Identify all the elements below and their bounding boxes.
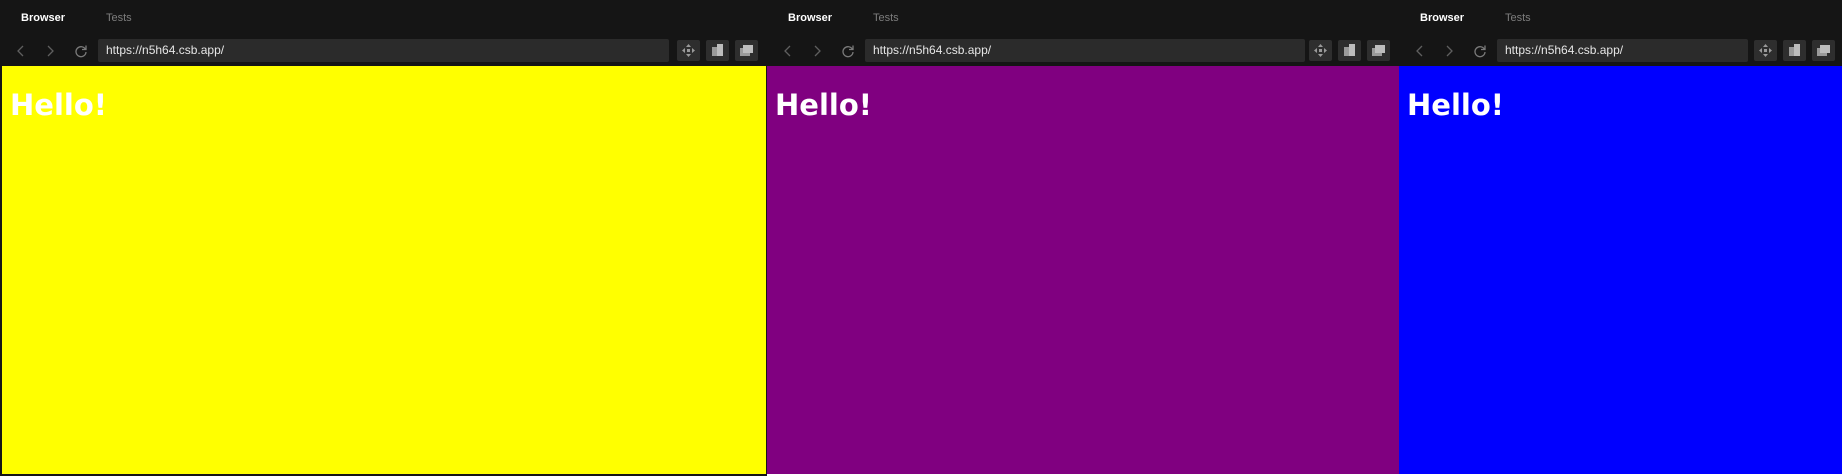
back-button[interactable] bbox=[780, 43, 796, 59]
browser-toolbar: https://n5h64.csb.app/ bbox=[0, 37, 767, 66]
open-window-button[interactable] bbox=[1812, 40, 1835, 61]
split-view-button[interactable] bbox=[1783, 40, 1806, 61]
chevron-left-icon bbox=[1416, 45, 1423, 57]
move-button[interactable] bbox=[1309, 40, 1332, 61]
back-button[interactable] bbox=[13, 43, 29, 59]
panel-tab-bar: Browser Tests bbox=[1399, 0, 1842, 37]
move-icon bbox=[1314, 44, 1327, 57]
url-input[interactable]: https://n5h64.csb.app/ bbox=[98, 39, 669, 62]
url-input[interactable]: https://n5h64.csb.app/ bbox=[865, 39, 1305, 62]
chevron-left-icon bbox=[17, 45, 24, 57]
page-viewport: Hello! bbox=[2, 66, 766, 474]
page-heading: Hello! bbox=[1407, 88, 1504, 122]
chevron-right-icon bbox=[47, 45, 54, 57]
split-view-button[interactable] bbox=[1338, 40, 1361, 61]
chevron-right-icon bbox=[814, 45, 821, 57]
page-viewport: Hello! bbox=[1399, 66, 1842, 474]
browser-toolbar: https://n5h64.csb.app/ bbox=[1399, 37, 1842, 66]
open-window-icon bbox=[1372, 45, 1385, 56]
browser-panel-purple: Browser Tests https://n5h64.csb.app/ Hel… bbox=[767, 0, 1399, 474]
url-input[interactable]: https://n5h64.csb.app/ bbox=[1497, 39, 1748, 62]
tab-browser[interactable]: Browser bbox=[788, 12, 832, 25]
forward-button[interactable] bbox=[1441, 43, 1457, 59]
panel-tab-bar: Browser Tests bbox=[767, 0, 1399, 37]
reload-button[interactable] bbox=[73, 43, 89, 59]
split-view-icon bbox=[712, 44, 723, 56]
tab-tests[interactable]: Tests bbox=[1505, 12, 1531, 25]
reload-icon bbox=[75, 45, 87, 58]
reload-icon bbox=[842, 45, 854, 58]
move-button[interactable] bbox=[677, 40, 700, 61]
open-window-icon bbox=[740, 45, 753, 56]
forward-button[interactable] bbox=[42, 43, 58, 59]
tab-tests[interactable]: Tests bbox=[873, 12, 899, 25]
move-button[interactable] bbox=[1754, 40, 1777, 61]
page-viewport: Hello! bbox=[767, 66, 1399, 474]
page-heading: Hello! bbox=[10, 88, 107, 122]
forward-button[interactable] bbox=[809, 43, 825, 59]
panel-tab-bar: Browser Tests bbox=[0, 0, 767, 37]
page-heading: Hello! bbox=[775, 88, 872, 122]
open-window-button[interactable] bbox=[1367, 40, 1390, 61]
reload-icon bbox=[1474, 45, 1486, 58]
chevron-left-icon bbox=[784, 45, 791, 57]
move-icon bbox=[1759, 44, 1772, 57]
browser-panel-yellow: Browser Tests https://n5h64.csb.app/ Hel… bbox=[0, 0, 767, 476]
open-window-button[interactable] bbox=[735, 40, 758, 61]
browser-toolbar: https://n5h64.csb.app/ bbox=[767, 37, 1399, 66]
chevron-right-icon bbox=[1446, 45, 1453, 57]
split-view-button[interactable] bbox=[706, 40, 729, 61]
split-view-icon bbox=[1344, 44, 1355, 56]
tab-browser[interactable]: Browser bbox=[21, 12, 65, 25]
browser-panel-blue: Browser Tests https://n5h64.csb.app/ Hel… bbox=[1399, 0, 1842, 474]
tab-browser[interactable]: Browser bbox=[1420, 12, 1464, 25]
split-view-icon bbox=[1789, 44, 1800, 56]
reload-button[interactable] bbox=[1472, 43, 1488, 59]
reload-button[interactable] bbox=[840, 43, 856, 59]
tab-tests[interactable]: Tests bbox=[106, 12, 132, 25]
open-window-icon bbox=[1817, 45, 1830, 56]
move-icon bbox=[682, 44, 695, 57]
back-button[interactable] bbox=[1412, 43, 1428, 59]
